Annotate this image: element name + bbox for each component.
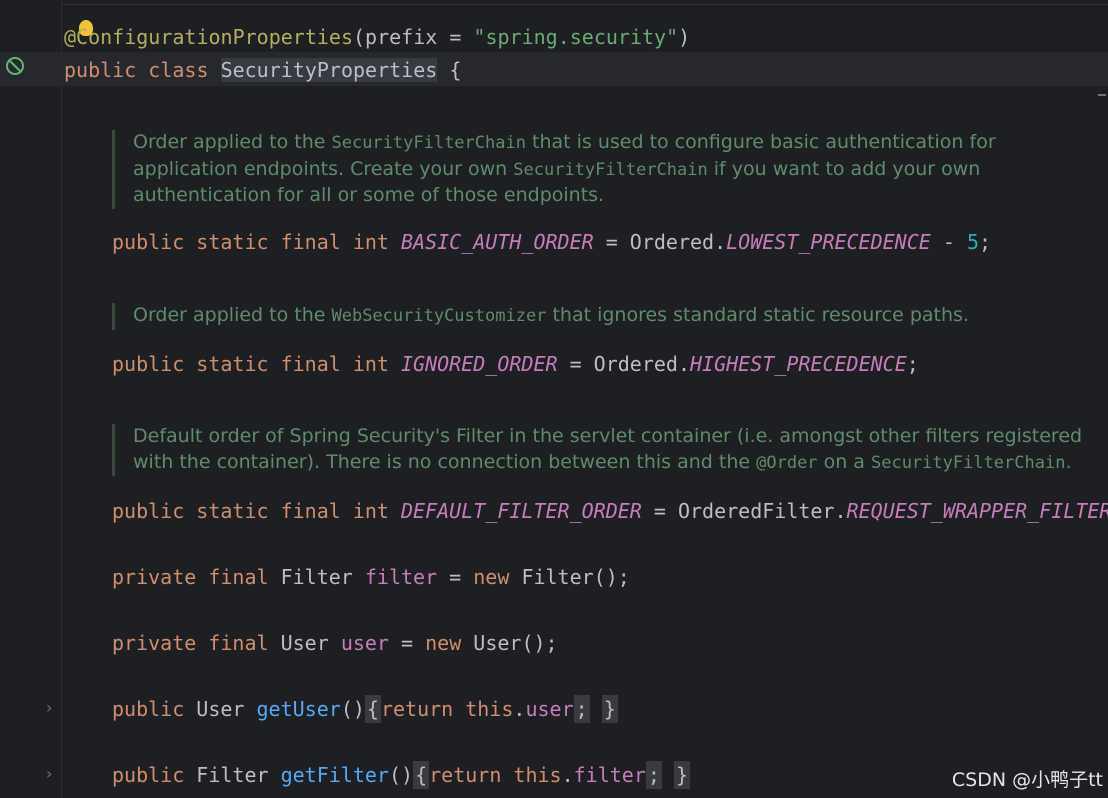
assign: =	[641, 499, 678, 523]
number-literal: 5	[966, 230, 979, 254]
javadoc-ignored-order: Order applied to the WebSecurityCustomiz…	[112, 303, 1093, 330]
method-get-user[interactable]: public User getUser(){return this.user; …	[112, 695, 618, 723]
javadoc-default-filter-order: Default order of Spring Security's Filte…	[112, 424, 1093, 476]
folded-close-brace[interactable]: }	[601, 695, 618, 723]
constant-ref: HIGHEST_PRECEDENCE	[690, 352, 907, 376]
return-type: User	[196, 697, 245, 721]
dot: .	[513, 697, 526, 721]
field-name: IGNORED_ORDER	[401, 352, 558, 376]
gutter-separator	[61, 0, 62, 798]
return-type: Filter	[196, 763, 269, 787]
kw-class: class	[148, 58, 209, 82]
modifiers: private final	[112, 565, 269, 589]
type-name: Filter	[280, 565, 353, 589]
method-get-filter[interactable]: public Filter getFilter(){return this.fi…	[112, 761, 691, 789]
type-name: User	[280, 631, 329, 655]
field-basic-auth-order[interactable]: public static final int BASIC_AUTH_ORDER…	[112, 230, 991, 254]
field-user[interactable]: private final User user = new User();	[112, 631, 558, 655]
kw-public: public	[112, 763, 185, 787]
field-ignored-order[interactable]: public static final int IGNORED_ORDER = …	[112, 352, 919, 376]
semicolon: ;	[978, 230, 992, 254]
kw-new: new	[473, 565, 510, 589]
constructor-call: Filter();	[521, 565, 630, 589]
folded-semicolon[interactable]: ;	[645, 761, 662, 789]
annotation-at: @	[64, 25, 77, 49]
kw-public: public	[112, 697, 185, 721]
watermark: CSDN @小鸭子tt	[951, 769, 1103, 791]
field-name: filter	[364, 565, 438, 589]
editor-gutter	[0, 0, 61, 798]
field-default-filter-order[interactable]: public static final int DEFAULT_FILTER_O…	[112, 499, 1108, 523]
field-ref: user	[525, 697, 574, 721]
field-ref: filter	[573, 763, 646, 787]
kw-new: new	[425, 631, 462, 655]
class-ref: OrderedFilter.	[677, 499, 847, 523]
folded-open-brace[interactable]: {	[413, 761, 430, 789]
class-name[interactable]: SecurityProperties	[220, 58, 438, 82]
semicolon: ;	[906, 352, 919, 376]
dot: .	[561, 763, 574, 787]
folded-semicolon[interactable]: ;	[573, 695, 590, 723]
doc-code: SecurityFilterChain	[331, 133, 526, 153]
annotation-line[interactable]: @ConfigurationProperties(prefix = "sprin…	[64, 25, 690, 49]
method-name: getFilter	[280, 763, 389, 787]
spring-bean-gutter-icon[interactable]	[6, 57, 24, 75]
scrollbar-marker[interactable]	[1098, 94, 1106, 96]
javadoc-basic-auth-order: Order applied to the SecurityFilterChain…	[112, 130, 1093, 209]
kw-this: this	[513, 763, 562, 787]
chevron-right-icon[interactable]: ›	[46, 698, 52, 717]
class-ref: Ordered.	[593, 352, 690, 376]
assign: =	[593, 230, 630, 254]
kw-return: return	[429, 763, 502, 787]
field-name: BASIC_AUTH_ORDER	[401, 230, 594, 254]
folded-close-brace[interactable]: }	[673, 761, 691, 789]
assign: =	[437, 565, 474, 589]
annotation-eq: =	[437, 25, 474, 49]
doc-text: Order applied to the	[133, 131, 332, 153]
parens: ()	[340, 697, 365, 721]
field-name: DEFAULT_FILTER_ORDER	[401, 499, 642, 523]
annotation-name: ConfigurationProperties	[76, 25, 353, 49]
doc-code: SecurityFilterChain	[870, 452, 1066, 473]
previous-line-edge	[62, 0, 1108, 5]
kw-this: this	[465, 697, 514, 721]
constant-ref: LOWEST_PRECEDENCE	[726, 230, 931, 254]
parens: ()	[388, 763, 414, 787]
operator: -	[930, 230, 967, 254]
doc-code: SecurityFilterChain	[513, 159, 708, 180]
class-declaration-line[interactable]: public class SecurityProperties {	[64, 58, 461, 82]
doc-code: WebSecurityCustomizer	[331, 306, 547, 326]
modifiers: public static final int	[112, 230, 389, 254]
doc-text: .	[1065, 450, 1072, 473]
field-filter[interactable]: private final Filter filter = new Filter…	[112, 565, 630, 589]
modifiers: private final	[112, 631, 269, 655]
annotation-param: prefix	[365, 25, 438, 49]
open-brace: {	[449, 58, 462, 82]
doc-code: @Order	[756, 452, 818, 473]
constant-ref: REQUEST_WRAPPER_FILTER	[846, 499, 1108, 523]
doc-text: that ignores standard static resource pa…	[546, 304, 969, 326]
assign: =	[388, 631, 426, 655]
constructor-call: User();	[473, 631, 558, 655]
assign: =	[557, 352, 594, 376]
folded-open-brace[interactable]: {	[364, 695, 381, 723]
annotation-value: "spring.security"	[473, 25, 679, 49]
modifiers: public static final int	[112, 499, 389, 523]
doc-text: on a	[817, 450, 871, 473]
kw-return: return	[380, 697, 454, 721]
doc-text: Order applied to the	[133, 304, 332, 326]
field-name: user	[340, 631, 389, 655]
class-ref: Ordered.	[629, 230, 727, 254]
chevron-right-icon[interactable]: ›	[46, 764, 52, 783]
kw-public: public	[64, 58, 137, 82]
modifiers: public static final int	[112, 352, 389, 376]
method-name: getUser	[256, 697, 341, 721]
